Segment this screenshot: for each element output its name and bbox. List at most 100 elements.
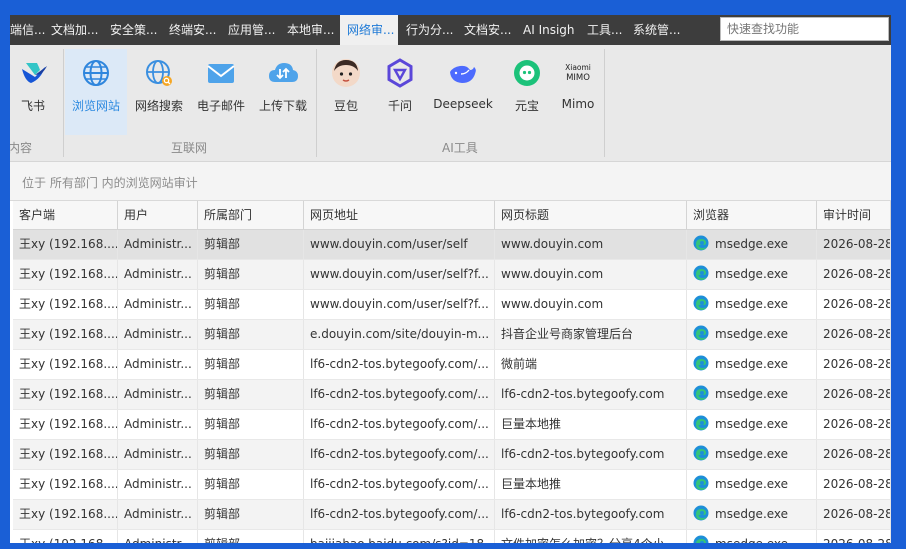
cell-user: Administr... — [118, 380, 198, 409]
column-header-page-title[interactable]: 网页标题 — [495, 201, 687, 229]
cell-url: www.douyin.com/user/self — [304, 230, 495, 259]
table-row[interactable]: 王xy (192.168.... Administr... 剪辑部 www.douyi… — [13, 290, 891, 320]
ribbon-toolbar: 飞书 浏览网站 网络搜索 电子邮件 上传下载 豆包 千问 Deepseek 元宝… — [10, 45, 891, 162]
column-header-client[interactable]: 客户端 — [13, 201, 118, 229]
menu-item-doc-security[interactable]: 文档安... — [464, 15, 520, 45]
cell-browser: msedge.exe — [687, 260, 817, 289]
cell-browser: msedge.exe — [687, 500, 817, 529]
edge-icon — [693, 265, 709, 281]
menu-item-ai-insight[interactable]: AI Insigh — [523, 15, 589, 45]
cell-client: 王xy (192.168.... — [13, 320, 118, 349]
cell-browser: msedge.exe — [687, 320, 817, 349]
cell-client: 王xy (192.168.... — [13, 470, 118, 499]
ribbon-label: 豆包 — [333, 99, 358, 113]
cloud-transfer-icon — [269, 63, 298, 82]
ribbon-feishu-button[interactable]: 飞书 — [10, 49, 64, 135]
cell-user: Administr... — [118, 350, 198, 379]
cell-user: Administr... — [118, 440, 198, 469]
cell-page-title: 巨量本地推 — [495, 410, 687, 439]
globe-icon — [83, 60, 109, 86]
ribbon-web-search-button[interactable]: 网络搜索 — [128, 49, 190, 135]
menu-item-behavior-analysis[interactable]: 行为分... — [406, 15, 462, 45]
cell-browser: msedge.exe — [687, 470, 817, 499]
cell-page-title: www.douyin.com — [495, 260, 687, 289]
table-row[interactable]: 王xy (192.168.... Administr... 剪辑部 lf6-cdn2-… — [13, 380, 891, 410]
menu-item-system-management[interactable]: 系统管... — [633, 15, 693, 45]
table-row[interactable]: 王xy (192.168.... Administr... 剪辑部 lf6-cdn2-… — [13, 440, 891, 470]
table-row[interactable]: 王xy (192.168.... Administr... 剪辑部 lf6-cdn2-… — [13, 500, 891, 530]
cell-page-title: 巨量本地推 — [495, 470, 687, 499]
cell-url: lf6-cdn2-tos.bytegoofy.com/... — [304, 410, 495, 439]
ribbon-qianwen-button[interactable]: 千问 — [369, 49, 431, 135]
menu-item-local-audit[interactable]: 本地审... — [287, 15, 339, 45]
quick-search-input[interactable] — [720, 17, 889, 41]
menu-item-network-audit[interactable]: 网络审... — [340, 15, 398, 45]
table-row[interactable]: 王xy (192.168.... Administr... 剪辑部 e.douyin.… — [13, 320, 891, 350]
cell-department: 剪辑部 — [198, 230, 304, 259]
svg-text:MIMO: MIMO — [566, 73, 590, 83]
table-row[interactable]: 王xy (192.168.... Administr... 剪辑部 lf6-cdn2-… — [13, 410, 891, 440]
ribbon-group-separator — [63, 49, 64, 157]
cell-user: Administr... — [118, 260, 198, 289]
yuanbao-icon — [514, 60, 540, 86]
cell-audit-time: 2026-08-28 — [817, 440, 891, 469]
table-row[interactable]: 王xy (192.168.... Administr... 剪辑部 lf6-cdn2-… — [13, 350, 891, 380]
cell-url: e.douyin.com/site/douyin-m... — [304, 320, 495, 349]
menu-item-endpoint-security[interactable]: 终端安... — [169, 15, 227, 45]
menu-item-app-management[interactable]: 应用管... — [228, 15, 286, 45]
edge-icon — [693, 505, 709, 521]
menu-item-doc-encrypt[interactable]: 文档加... — [51, 15, 109, 45]
cell-department: 剪辑部 — [198, 440, 304, 469]
edge-icon — [693, 355, 709, 371]
ribbon-deepseek-button[interactable]: Deepseek — [424, 49, 502, 135]
cell-url: www.douyin.com/user/self?f... — [304, 260, 495, 289]
ribbon-group-label-ai-tools: AI工具 — [442, 141, 478, 155]
mimo-icon: Xiaomi MIMO — [565, 63, 591, 83]
doubao-icon — [332, 59, 360, 87]
ribbon-label: 千问 — [387, 99, 412, 113]
column-header-browser[interactable]: 浏览器 — [687, 201, 817, 229]
table-row[interactable]: 王xy (192.168.... Administr... 剪辑部 www.douyi… — [13, 260, 891, 290]
table-row[interactable]: 王xy (192.168.... Administr... 剪辑部 www.douyi… — [13, 230, 891, 260]
cell-browser: msedge.exe — [687, 530, 817, 543]
browser-name: msedge.exe — [715, 357, 789, 371]
breadcrumb-bar: 位于 所有部门 内的浏览网站审计 — [10, 162, 891, 201]
ribbon-upload-download-button[interactable]: 上传下载 — [252, 49, 314, 135]
cell-user: Administr... — [118, 530, 198, 543]
ribbon-browse-web-button[interactable]: 浏览网站 — [65, 49, 127, 135]
ribbon-mimo-button[interactable]: Xiaomi MIMO Mimo — [547, 49, 609, 135]
cell-page-title: www.douyin.com — [495, 290, 687, 319]
table-body: 王xy (192.168.... Administr... 剪辑部 www.douyi… — [13, 230, 891, 543]
menu-item-tools[interactable]: 工具... — [587, 15, 631, 45]
cell-department: 剪辑部 — [198, 530, 304, 543]
column-header-user[interactable]: 用户 — [118, 201, 198, 229]
edge-icon — [693, 325, 709, 341]
column-header-audit-time[interactable]: 审计时间 — [817, 201, 891, 229]
cell-page-title: 文件加密怎么加密？分享4个小... — [495, 530, 687, 543]
menu-item-terminal-info[interactable]: 端信... — [10, 15, 48, 45]
browser-name: msedge.exe — [715, 327, 789, 341]
ribbon-email-button[interactable]: 电子邮件 — [190, 49, 252, 135]
browser-name: msedge.exe — [715, 447, 789, 461]
cell-url: www.douyin.com/user/self?f... — [304, 290, 495, 319]
table-row[interactable]: 王xy (192.168....Administr...剪辑部baijiahao… — [13, 530, 891, 543]
cell-audit-time: 2026-08-28 — [817, 320, 891, 349]
table-row[interactable]: 王xy (192.168.... Administr... 剪辑部 lf6-cdn2-… — [13, 470, 891, 500]
cell-url: baijiahao.baidu.com/s?id=18... — [304, 530, 495, 543]
browser-name: msedge.exe — [715, 387, 789, 401]
ribbon-label: 电子邮件 — [196, 99, 245, 113]
ribbon-label: Mimo — [561, 97, 595, 111]
column-header-url[interactable]: 网页地址 — [304, 201, 495, 229]
deepseek-icon — [450, 65, 476, 83]
app-window: 端信... 文档加... 安全策... 终端安... 应用管... 本地审...… — [10, 15, 891, 543]
ribbon-doubao-button[interactable]: 豆包 — [315, 49, 377, 135]
cell-browser: msedge.exe — [687, 230, 817, 259]
browser-name: msedge.exe — [715, 237, 789, 251]
cell-user: Administr... — [118, 230, 198, 259]
cell-department: 剪辑部 — [198, 380, 304, 409]
column-header-department[interactable]: 所属部门 — [198, 201, 304, 229]
breadcrumb: 位于 所有部门 内的浏览网站审计 — [22, 176, 198, 190]
cell-client: 王xy (192.168.... — [13, 230, 118, 259]
edge-icon — [693, 475, 709, 491]
menu-item-security-policy[interactable]: 安全策... — [110, 15, 168, 45]
